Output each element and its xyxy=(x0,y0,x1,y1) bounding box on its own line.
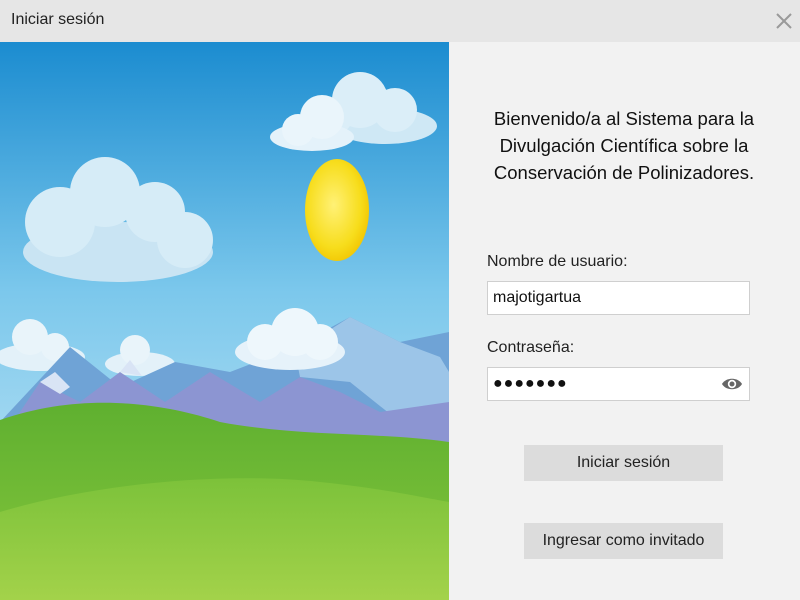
close-icon[interactable] xyxy=(774,11,794,31)
username-label: Nombre de usuario: xyxy=(487,253,628,270)
login-button[interactable]: Iniciar sesión xyxy=(524,445,723,481)
title-bar: Iniciar sesión xyxy=(0,0,800,42)
landscape-illustration xyxy=(0,42,449,600)
username-field-box xyxy=(487,281,750,315)
guest-button[interactable]: Ingresar como invitado xyxy=(524,523,723,559)
login-panel: Bienvenido/a al Sistema para la Divulgac… xyxy=(449,42,800,600)
username-input[interactable] xyxy=(488,282,718,314)
password-field-box xyxy=(487,367,750,401)
login-window: Iniciar sesión Bienvenido/a al Sistema p… xyxy=(0,0,800,600)
window-title: Iniciar sesión xyxy=(11,11,105,28)
eye-icon[interactable] xyxy=(721,376,743,392)
password-label: Contraseña: xyxy=(487,339,575,356)
sun xyxy=(305,159,369,261)
welcome-heading: Bienvenido/a al Sistema para la Divulgac… xyxy=(493,108,755,183)
hill-front xyxy=(0,478,449,600)
password-input[interactable] xyxy=(488,368,718,400)
